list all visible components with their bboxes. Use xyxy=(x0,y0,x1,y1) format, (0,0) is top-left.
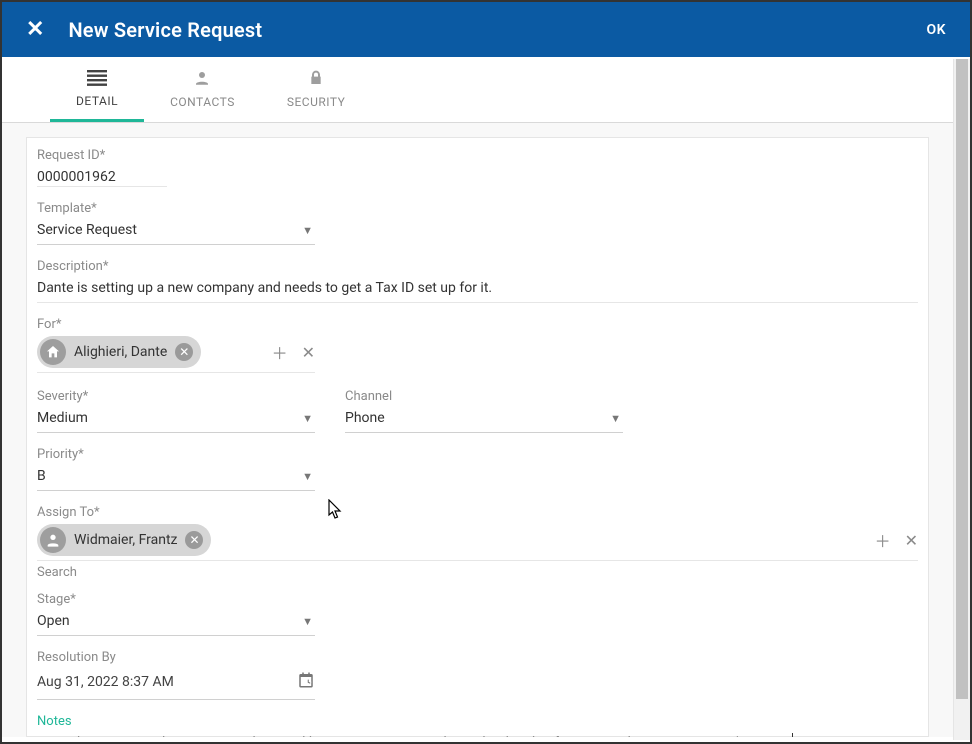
scrollbar-thumb[interactable] xyxy=(956,59,968,699)
chip-remove-icon[interactable]: ✕ xyxy=(185,531,203,549)
list-icon xyxy=(87,70,107,90)
label-for: For* xyxy=(37,317,918,332)
person-icon xyxy=(40,527,66,553)
chevron-down-icon: ▼ xyxy=(302,412,315,425)
chip-assign-to[interactable]: Widmaier, Frantz ✕ xyxy=(37,524,211,556)
stage-select[interactable]: Open ▼ xyxy=(37,611,315,636)
clear-icon[interactable]: ✕ xyxy=(905,531,918,550)
dialog-title: New Service Request xyxy=(68,18,262,42)
value-channel: Phone xyxy=(345,410,385,426)
template-select[interactable]: Service Request ▼ xyxy=(37,220,315,245)
chip-for-contact[interactable]: Alighieri, Dante ✕ xyxy=(37,336,201,368)
ok-button[interactable]: OK xyxy=(926,22,946,38)
value-template: Service Request xyxy=(37,222,137,238)
label-template: Template* xyxy=(37,201,315,216)
value-resolution-by: Aug 31, 2022 8:37 AM xyxy=(37,674,174,690)
value-request-id: 0000001962 xyxy=(37,169,116,185)
label-notes: Notes xyxy=(37,714,918,729)
home-icon xyxy=(40,339,66,365)
label-severity: Severity* xyxy=(37,389,315,404)
field-template: Template* Service Request ▼ xyxy=(37,201,315,245)
field-request-id: Request ID* 0000001962 xyxy=(37,148,315,187)
close-icon[interactable]: ✕ xyxy=(26,17,44,42)
field-stage: Stage* Open ▼ xyxy=(37,592,315,636)
field-description: Description* Dante is setting up a new c… xyxy=(37,259,918,303)
value-notes: Dante has requested a meeting with us an… xyxy=(37,735,790,737)
tab-security[interactable]: SECURITY xyxy=(261,57,372,122)
field-assign-to: Assign To* Widmaier, Frantz ✕ ＋ ✕ Search xyxy=(37,505,918,590)
chevron-down-icon: ▼ xyxy=(302,470,315,483)
label-resolution-by: Resolution By xyxy=(37,650,315,665)
dialog-header: ✕ New Service Request OK xyxy=(2,2,970,57)
add-icon[interactable]: ＋ xyxy=(875,528,891,552)
field-resolution-by: Resolution By Aug 31, 2022 8:37 AM xyxy=(37,650,315,700)
lock-icon xyxy=(308,69,324,91)
severity-select[interactable]: Medium ▼ xyxy=(37,408,315,433)
tab-bar: DETAIL CONTACTS SECURITY xyxy=(2,57,953,123)
field-for: For* Alighieri, Dante ✕ ＋ ✕ xyxy=(37,317,918,373)
channel-select[interactable]: Phone ▼ xyxy=(345,408,623,433)
chip-remove-icon[interactable]: ✕ xyxy=(175,343,193,361)
tab-label: CONTACTS xyxy=(170,95,235,109)
assign-to-search[interactable]: Search xyxy=(37,561,918,590)
value-stage: Open xyxy=(37,613,70,629)
label-priority: Priority* xyxy=(37,447,315,462)
text-caret xyxy=(792,733,793,737)
calendar-icon[interactable] xyxy=(297,671,315,693)
chip-label: Widmaier, Frantz xyxy=(74,532,177,548)
field-priority: Priority* B ▼ xyxy=(37,447,315,491)
description-input[interactable]: Dante is setting up a new company and ne… xyxy=(37,278,918,303)
chevron-down-icon: ▼ xyxy=(302,224,315,237)
label-description: Description* xyxy=(37,259,918,274)
chevron-down-icon: ▼ xyxy=(610,412,623,425)
tab-contacts[interactable]: CONTACTS xyxy=(144,57,261,122)
field-notes: Notes Dante has requested a meeting with… xyxy=(37,714,918,737)
value-description: Dante is setting up a new company and ne… xyxy=(37,280,492,296)
label-request-id: Request ID* xyxy=(37,148,315,163)
value-priority: B xyxy=(37,468,46,484)
person-icon xyxy=(193,69,211,91)
add-icon[interactable]: ＋ xyxy=(272,340,288,364)
label-assign-to: Assign To* xyxy=(37,505,918,520)
vertical-scrollbar[interactable] xyxy=(953,59,970,740)
label-stage: Stage* xyxy=(37,592,315,607)
priority-select[interactable]: B ▼ xyxy=(37,466,315,491)
tab-label: DETAIL xyxy=(76,94,118,108)
notes-input[interactable]: Dante has requested a meeting with us an… xyxy=(37,733,918,737)
form-card: Request ID* 0000001962 Template* Service… xyxy=(26,137,929,737)
tab-detail[interactable]: DETAIL xyxy=(50,57,144,122)
value-severity: Medium xyxy=(37,410,88,426)
tab-label: SECURITY xyxy=(287,95,346,109)
resolution-by-input[interactable]: Aug 31, 2022 8:37 AM xyxy=(37,669,315,700)
field-channel: Channel Phone ▼ xyxy=(345,389,623,433)
chevron-down-icon: ▼ xyxy=(302,615,315,628)
label-channel: Channel xyxy=(345,389,623,404)
chip-label: Alighieri, Dante xyxy=(74,344,167,360)
field-severity: Severity* Medium ▼ xyxy=(37,389,315,433)
clear-icon[interactable]: ✕ xyxy=(302,343,315,362)
